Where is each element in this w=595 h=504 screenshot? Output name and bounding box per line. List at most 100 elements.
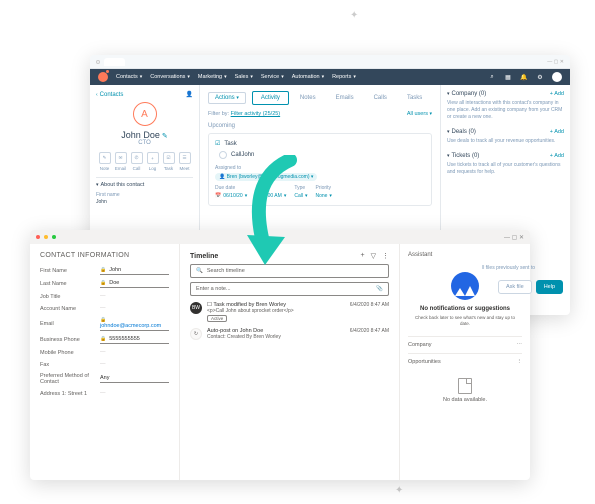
field-mobile-phone[interactable]: Mobile Phone— — [40, 349, 169, 356]
actions-dropdown[interactable]: Actions ▾ — [208, 92, 246, 104]
field-business-phone[interactable]: Business Phone🔒5555555555 — [40, 336, 169, 344]
settings-icon[interactable]: ⚙ — [536, 73, 544, 81]
timeline-item-time: 6/4/2020 8:47 AM — [350, 302, 389, 322]
action-meet[interactable]: ☰Meet — [179, 152, 191, 171]
nav-reports[interactable]: Reports ▾ — [332, 74, 356, 80]
about-section-header[interactable]: ▾ About this contact — [96, 182, 193, 188]
nav-service[interactable]: Service ▾ — [261, 74, 284, 80]
hubspot-logo-icon — [98, 72, 108, 82]
timeline-item-sub: Contact: Created By Bren Worley — [207, 334, 345, 340]
field-value[interactable]: — — [100, 293, 169, 300]
field-value[interactable]: 🔒5555555555 — [100, 336, 169, 344]
action-task[interactable]: ☑Task — [163, 152, 175, 171]
all-users-dropdown[interactable]: All users ▾ — [407, 111, 432, 117]
priority-value[interactable]: None ▾ — [315, 193, 331, 199]
task-item[interactable]: CallJohn — [215, 151, 425, 159]
action-call[interactable]: ✆Call — [131, 152, 143, 171]
timeline-search[interactable]: 🔍 Search timeline — [190, 264, 389, 278]
timeline-add-icon[interactable]: + — [361, 252, 365, 260]
hubspot-nav: Contacts ▾ Conversations ▾ Marketing ▾ S… — [90, 69, 570, 85]
nav-contacts[interactable]: Contacts ▾ — [116, 74, 142, 80]
timeline-item[interactable]: BW☐ Task modified by Bren Worley<p>Call … — [190, 302, 389, 322]
field-value[interactable]: — — [100, 361, 169, 368]
field-fax[interactable]: Fax— — [40, 361, 169, 368]
nav-automation[interactable]: Automation ▾ — [292, 74, 324, 80]
field-label: Last Name — [40, 281, 100, 287]
help-button[interactable]: Help — [536, 280, 563, 294]
firstname-label: First name — [96, 192, 193, 198]
field-label: Preferred Method of Contact — [40, 373, 100, 385]
field-label: Account Name — [40, 306, 100, 312]
timeline-item-icon: BW — [190, 302, 202, 314]
back-contacts[interactable]: ‹ Contacts 👤 — [96, 91, 193, 98]
add-deal[interactable]: + Add — [550, 129, 564, 135]
upcoming-header: Upcoming — [208, 123, 432, 129]
nav-conversations[interactable]: Conversations ▾ — [150, 74, 190, 80]
timeline-more-icon[interactable]: ⋮ — [382, 252, 389, 260]
field-value[interactable]: 🔒John — [100, 267, 169, 275]
timeline-note-input[interactable]: Enter a note...📎 — [190, 282, 389, 296]
assigned-pill[interactable]: 👤 Bren (bworley@smartbugmedia.com) ▾ — [215, 173, 317, 181]
assistant-title: No notifications or suggestions — [412, 306, 518, 312]
type-label: Type — [294, 185, 307, 191]
field-account-name[interactable]: Account Name— — [40, 305, 169, 312]
lock-icon: 🔒 — [100, 336, 106, 342]
field-last-name[interactable]: Last Name🔒Doe — [40, 280, 169, 288]
field-preferred-method-of-contact[interactable]: Preferred Method of ContactAny — [40, 373, 169, 385]
duedate-value[interactable]: 📅 06/10/20 ▾ — [215, 193, 247, 199]
nav-sales[interactable]: Sales ▾ — [235, 74, 253, 80]
field-job-title[interactable]: Job Title— — [40, 293, 169, 300]
timeline-filter-icon[interactable]: ▽ — [371, 252, 376, 260]
action-log[interactable]: +Log — [147, 152, 159, 171]
field-value[interactable]: — — [100, 349, 169, 356]
add-ticket[interactable]: + Add — [550, 153, 564, 159]
add-company[interactable]: + Add — [550, 91, 564, 97]
company-card-title[interactable]: ▾ Company (0) — [447, 91, 486, 97]
duetime-value[interactable]: 🕐 8:00 AM ▾ — [255, 193, 286, 199]
timeline-item-icon: ↻ — [190, 328, 202, 340]
tab-emails[interactable]: Emails — [327, 91, 363, 105]
firstname-value[interactable]: John — [96, 199, 193, 205]
action-note[interactable]: ✎Note — [99, 152, 111, 171]
company-card-body: View all interactions with this contact'… — [447, 100, 564, 121]
filter-link[interactable]: Filter activity (25/25) — [231, 111, 281, 117]
notifications-icon[interactable]: 🔔 — [520, 73, 528, 81]
deals-card-title[interactable]: ▾ Deals (0) — [447, 129, 476, 135]
task-checkbox[interactable] — [219, 151, 227, 159]
nav-marketing[interactable]: Marketing ▾ — [198, 74, 227, 80]
user-avatar[interactable] — [552, 72, 562, 82]
assistant-empty-icon — [451, 272, 479, 300]
marketplace-icon[interactable]: ▦ — [504, 73, 512, 81]
tab-calls[interactable]: Calls — [365, 91, 396, 105]
timeline-title: Timeline — [190, 253, 218, 260]
tickets-card-title[interactable]: ▾ Tickets (0) — [447, 153, 479, 159]
tab-activity[interactable]: Activity — [252, 91, 289, 105]
field-email[interactable]: Email🔒johndoe@acmecorp.com — [40, 317, 169, 331]
field-value[interactable]: 🔒johndoe@acmecorp.com — [100, 317, 169, 331]
assistant-subtitle: Check back later to see what's new and s… — [412, 315, 518, 328]
tab-notes[interactable]: Notes — [291, 91, 325, 105]
field-value[interactable]: — — [100, 390, 169, 397]
opportunities-section[interactable]: Opportunities⋮ — [408, 353, 522, 370]
type-value[interactable]: Call ▾ — [294, 193, 307, 199]
search-icon[interactable]: ⌕ — [488, 73, 496, 81]
browser-tab[interactable] — [104, 58, 125, 66]
timeline-item[interactable]: ↻Auto-post on John DoeContact: Created B… — [190, 328, 389, 340]
edit-icon[interactable]: ✎ — [162, 133, 168, 140]
field-value[interactable]: — — [100, 305, 169, 312]
assigned-label: Assigned to — [215, 165, 425, 171]
task-card: ☑ Task CallJohn Assigned to 👤 Bren (bwor… — [208, 133, 432, 206]
field-first-name[interactable]: First Name🔒John — [40, 267, 169, 275]
field-address-street-[interactable]: Address 1: Street 1— — [40, 390, 169, 397]
action-email[interactable]: ✉Email — [115, 152, 127, 171]
field-value[interactable]: Any — [100, 375, 169, 383]
field-label: Email — [40, 321, 100, 327]
timeline-panel: Timeline + ▽ ⋮ 🔍 Search timeline Enter a… — [180, 244, 400, 480]
field-value[interactable]: 🔒Doe — [100, 280, 169, 288]
company-section[interactable]: Company⋯ — [408, 336, 522, 353]
attach-icon[interactable]: 📎 — [376, 286, 383, 292]
tab-tasks[interactable]: Tasks — [398, 91, 431, 105]
askfile-button[interactable]: Ask file — [498, 280, 532, 294]
contact-actions: ✎Note ✉Email ✆Call +Log ☑Task ☰Meet — [96, 152, 193, 171]
contact-title: CTO — [96, 140, 193, 146]
